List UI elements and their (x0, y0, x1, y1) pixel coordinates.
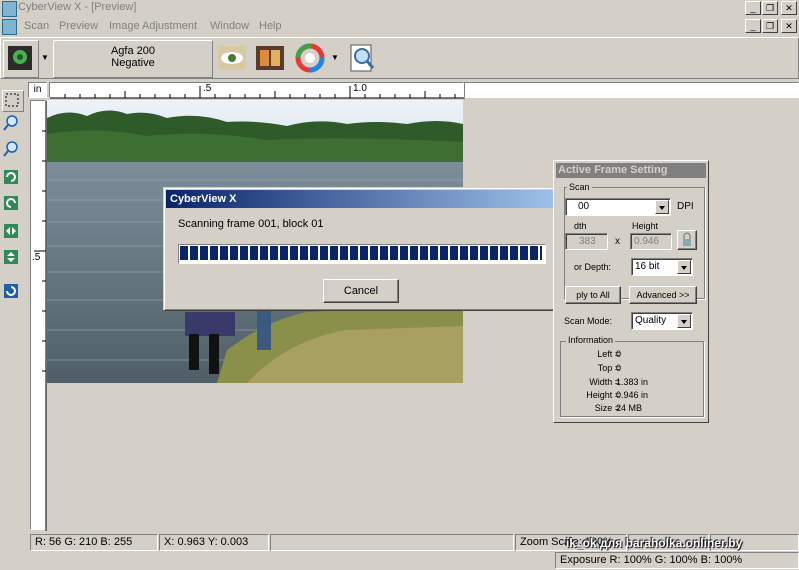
color-wheel-icon (295, 43, 325, 73)
scanner-icon (8, 46, 32, 70)
doc-close-icon[interactable]: ✕ (781, 19, 797, 33)
window-title: CyberView X - [Preview] (18, 1, 137, 13)
chevron-down-icon[interactable] (655, 200, 669, 214)
status-empty-pane (270, 534, 514, 551)
magnifier-button[interactable] (345, 40, 379, 76)
color-depth-select[interactable]: 16 bit (631, 258, 693, 276)
title-bar: CyberView X - [Preview] _ ❐ ✕ (0, 0, 799, 17)
watermark: ik_ok для baraholka.onliner.by (566, 536, 743, 550)
resolution-value: 00 (578, 201, 590, 212)
width-label: dth (574, 221, 587, 231)
info-left-label: Left = (597, 349, 620, 359)
doc-restore-icon[interactable]: ❐ (762, 19, 778, 33)
horizontal-ruler: .5 1.0 (49, 82, 465, 99)
cancel-button[interactable]: Cancel (323, 279, 399, 303)
film-strip-button[interactable] (253, 40, 287, 76)
zoom-in-icon[interactable] (2, 114, 22, 134)
menu-window[interactable]: Window (210, 20, 249, 32)
menu-scan[interactable]: Scan (24, 20, 49, 32)
info-height-label: Height = (586, 390, 620, 400)
magnifier-page-icon (350, 44, 375, 72)
info-height-value: 0.946 in (616, 390, 649, 400)
scan-status-message: Scanning frame 001, block 01 (178, 218, 324, 230)
ruler-label-half: .5 (203, 83, 212, 94)
chevron-down-icon[interactable] (677, 260, 691, 274)
height-field[interactable]: 0.946 (630, 233, 672, 250)
panel-title: Active Frame Setting (556, 163, 706, 178)
scanner-button[interactable] (3, 40, 39, 78)
menu-preview[interactable]: Preview (59, 20, 98, 32)
close-icon[interactable]: ✕ (781, 1, 797, 15)
eye-button[interactable] (215, 40, 249, 76)
ruler-ticks (64, 86, 456, 98)
flip-vertical-icon[interactable] (2, 248, 22, 268)
color-wheel-button[interactable] (293, 40, 327, 76)
minimize-icon[interactable]: _ (745, 1, 761, 15)
info-size-value: 24 MB (616, 403, 643, 413)
app-icon[interactable] (2, 1, 17, 17)
menu-bar: Scan Preview Image Adjustment Window Hel… (0, 17, 799, 37)
info-width-label: Width = (589, 377, 620, 387)
scan-mode-select[interactable]: Quality (631, 312, 693, 330)
rotate-left-icon[interactable] (2, 168, 22, 188)
lock-aspect-button[interactable] (677, 230, 697, 250)
film-strip-icon (256, 46, 284, 70)
information-group-label: Information (566, 335, 616, 345)
scan-mode-value: Quality (635, 315, 667, 326)
scan-mode-label: Scan Mode: (564, 316, 613, 326)
ruler-unit[interactable]: in (28, 82, 47, 98)
info-size-label: Size = (594, 403, 620, 413)
restore-icon[interactable]: ❐ (762, 1, 778, 15)
reset-icon[interactable] (2, 282, 22, 302)
film-type-selector[interactable]: Agfa 200 Negative (53, 40, 213, 78)
dpi-label: DPI (677, 201, 694, 212)
color-depth-value: 16 bit (635, 261, 660, 272)
vertical-ruler: .5 (30, 100, 47, 531)
color-dropdown-icon[interactable]: ▼ (329, 40, 341, 76)
scanner-dropdown-icon[interactable]: ▼ (39, 40, 51, 76)
status-coordinates: X: 0.963 Y: 0.003 (159, 534, 269, 551)
marquee-select-icon[interactable] (2, 90, 24, 112)
lock-icon (683, 232, 691, 246)
scan-progress-dialog: CyberView X Scanning frame 001, block 01… (163, 187, 578, 311)
height-value: 0.946 (634, 236, 660, 247)
menu-image-adjustment[interactable]: Image Adjustment (109, 20, 197, 32)
zoom-out-icon[interactable] (2, 140, 22, 160)
info-width-value: 1.383 in (616, 377, 649, 387)
height-label: Height (632, 221, 659, 231)
ruler-extension (464, 82, 799, 98)
eye-icon (218, 46, 246, 70)
film-brand: Agfa 200 (110, 45, 156, 57)
menu-help[interactable]: Help (259, 20, 282, 32)
progress-bar (178, 244, 546, 264)
advanced-button[interactable]: Advanced >> (629, 286, 697, 304)
toolbar: ▼ Agfa 200 Negative ▼ (0, 37, 799, 79)
dialog-title: CyberView X (166, 190, 575, 208)
apply-to-all-button[interactable]: ply to All (565, 286, 621, 304)
status-bar: R: 56 G: 210 B: 255 X: 0.963 Y: 0.003 Zo… (0, 533, 799, 570)
tool-palette (0, 88, 25, 308)
resolution-select[interactable]: 00 (565, 198, 671, 216)
rotate-right-icon[interactable] (2, 194, 22, 214)
doc-minimize-icon[interactable]: _ (745, 19, 761, 33)
progress-bar-fill (180, 246, 542, 260)
info-left-value: 0 (616, 349, 622, 359)
color-depth-label: or Depth: (574, 262, 612, 272)
status-rgb: R: 56 G: 210 B: 255 (30, 534, 158, 551)
width-value: 383 (579, 236, 596, 247)
info-top-label: Top = (597, 363, 620, 373)
dimension-separator: x (615, 236, 620, 247)
info-top-value: 0 (616, 363, 622, 373)
flip-horizontal-icon[interactable] (2, 222, 22, 242)
ruler-label-one: 1.0 (353, 83, 367, 94)
status-exposure: Exposure R: 100% G: 100% B: 100% (555, 552, 799, 569)
scan-group-label: Scan (567, 182, 592, 192)
doc-icon[interactable] (2, 19, 17, 35)
width-field[interactable]: 383 (565, 233, 608, 250)
film-type: Negative (111, 57, 155, 69)
ruler-label-v-half: .5 (32, 252, 41, 263)
active-frame-setting-panel: Active Frame Setting Scan 00 DPI dth Hei… (553, 160, 709, 423)
chevron-down-icon[interactable] (677, 314, 691, 328)
